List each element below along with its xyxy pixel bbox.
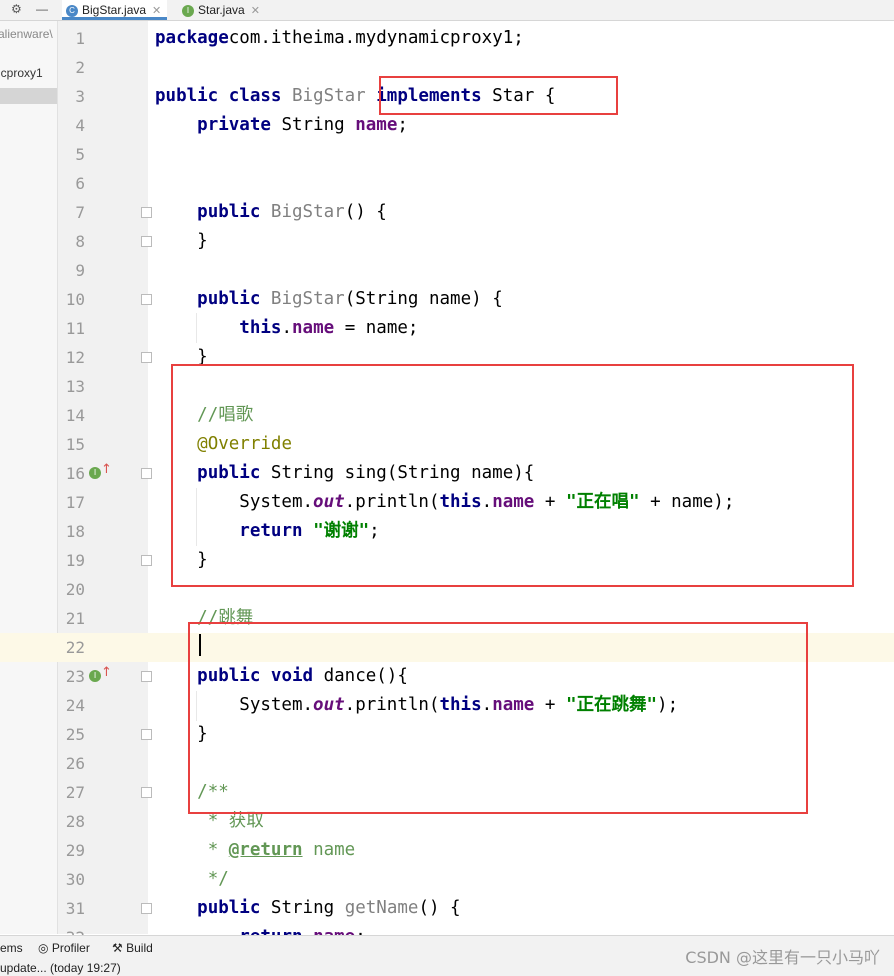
code-line[interactable]: 7 public BigStar() { [0,198,894,227]
fold-icon[interactable] [141,555,152,566]
indent-guide [196,313,197,343]
code-line[interactable]: 4 private String name; [0,111,894,140]
class-icon: C [66,4,78,17]
line-number: 18 [65,522,85,541]
code-line[interactable]: 8 } [0,227,894,256]
code-line[interactable]: 10 public BigStar(String name) { [0,285,894,314]
line-number: 20 [65,580,85,599]
code-line[interactable]: 31 public String getName() { [0,894,894,923]
line-number: 12 [65,348,85,367]
line-number: 8 [75,232,85,251]
fold-icon[interactable] [141,903,152,914]
line-number: 6 [75,174,85,193]
line-number: 19 [65,551,85,570]
profiler-icon: ◎ [38,941,52,955]
close-icon[interactable]: ✕ [152,5,161,17]
line-code: * @return name [207,840,356,860]
line-number: 17 [65,493,85,512]
line-number: 25 [65,725,85,744]
close-icon[interactable]: ✕ [251,5,260,17]
line-number: 15 [65,435,85,454]
code-line[interactable]: 9 [0,256,894,285]
line-number: 13 [65,377,85,396]
interface-icon: I [182,4,194,17]
gear-icon[interactable]: ⚙ [11,2,22,16]
line-code: public BigStar(String name) { [197,289,503,309]
code-line[interactable]: 29 * @return name [0,836,894,865]
code-line[interactable]: 30 */ [0,865,894,894]
problems-tool[interactable]: ems [0,941,23,955]
status-update-text: update... (today 19:27) [0,961,121,975]
fold-icon[interactable] [141,352,152,363]
tab-bigstar-java[interactable]: C BigStar.java ✕ [62,0,168,20]
line-number: 7 [75,203,85,222]
line-number: 16 [65,464,85,483]
line-number: 30 [65,870,85,889]
highlight-box-sing-method [171,364,854,587]
fold-icon[interactable] [141,671,152,682]
line-code: private String name; [197,115,408,135]
tab-label: Star.java [198,3,245,17]
hammer-icon: ⚒ [112,941,127,955]
profiler-label: Profiler [51,941,90,955]
fold-icon[interactable] [141,729,152,740]
line-number: 24 [65,696,85,715]
line-number: 1 [75,29,85,48]
override-arrow-icon[interactable]: ↑ [101,665,112,680]
fold-icon[interactable] [141,294,152,305]
line-code: public BigStar() { [197,202,387,222]
code-line[interactable]: 6 [0,169,894,198]
line-code: packagecom.itheima.mydynamicproxy1; [155,28,524,48]
line-number: 2 [75,58,85,77]
line-number: 9 [75,261,85,280]
fold-icon[interactable] [141,787,152,798]
code-line[interactable]: 1 packagecom.itheima.mydynamicproxy1; [0,24,894,53]
code-line[interactable]: 11 this.name = name; [0,314,894,343]
line-number: 23 [65,667,85,686]
line-number: 26 [65,754,85,773]
line-number: 3 [75,87,85,106]
line-number: 27 [65,783,85,802]
line-code: } [155,231,208,251]
fold-icon[interactable] [141,468,152,479]
text-cursor [199,634,201,656]
line-number: 29 [65,841,85,860]
tab-star-java[interactable]: I Star.java ✕ [178,0,266,20]
line-code: public String getName() { [197,898,461,918]
tab-label: BigStar.java [82,3,147,17]
build-tool[interactable]: ⚒ Build [112,941,153,955]
override-arrow-icon[interactable]: ↑ [101,462,112,477]
line-number: 31 [65,899,85,918]
line-number: 4 [75,116,85,135]
implements-interface-icon[interactable]: I [89,670,101,682]
line-number: 10 [65,290,85,309]
watermark: CSDN @这里有一只小马吖 [685,948,880,967]
line-code: this.name = name; [239,318,419,338]
line-code: */ [207,869,229,889]
line-number: 28 [65,812,85,831]
editor-tab-bar: ⚙ — C BigStar.java ✕ I Star.java ✕ [0,0,894,21]
line-number: 5 [75,145,85,164]
code-line[interactable]: 5 [0,140,894,169]
fold-icon[interactable] [141,207,152,218]
fold-icon[interactable] [141,236,152,247]
line-number: 14 [65,406,85,425]
minimize-icon[interactable]: — [36,2,48,16]
implements-interface-icon[interactable]: I [89,467,101,479]
line-number: 21 [65,609,85,628]
line-number: 11 [65,319,85,338]
profiler-tool[interactable]: ◎ Profiler [38,941,90,955]
highlight-box-dance-method [188,622,808,814]
build-label: Build [126,941,153,955]
highlight-box-implements [379,76,618,115]
line-number: 22 [65,638,85,657]
